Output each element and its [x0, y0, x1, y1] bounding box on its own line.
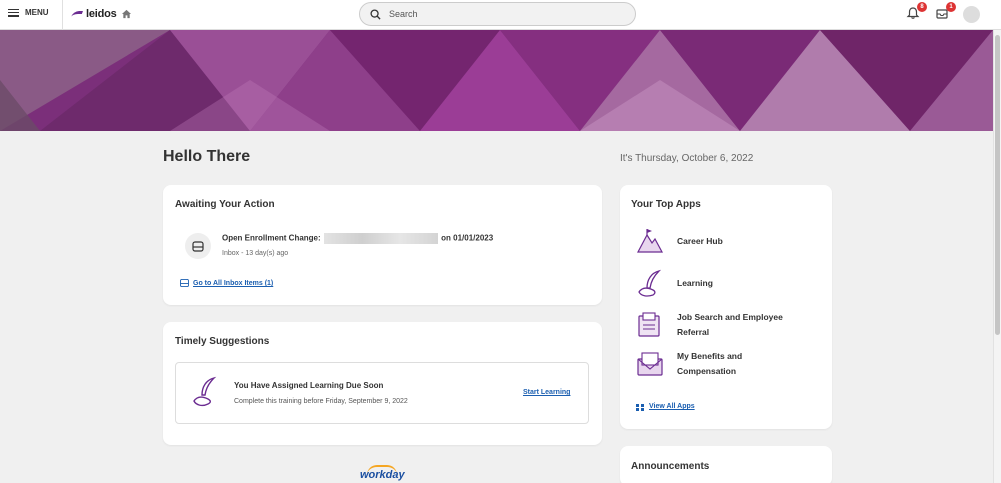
notifications-badge: 8 — [917, 2, 927, 12]
app-label-line2: Referral — [677, 327, 710, 337]
search-icon — [370, 8, 381, 20]
page-title: Hello There — [163, 148, 251, 165]
notifications-button[interactable]: 8 — [906, 2, 927, 24]
suggestion-title: You Have Assigned Learning Due Soon — [234, 381, 384, 390]
home-icon[interactable] — [121, 9, 132, 19]
suggestions-title: Timely Suggestions — [175, 336, 270, 347]
awaiting-action-card: Awaiting Your Action Open Enrollment Cha… — [163, 185, 602, 305]
inbox-item-subtitle: Inbox - 13 day(s) ago — [222, 250, 289, 257]
app-label-line1: Job Search and Employee — [677, 312, 783, 322]
announcements-card: Announcements — [620, 446, 832, 483]
announcements-title: Announcements — [631, 461, 710, 472]
banner-pattern — [0, 30, 993, 131]
avatar[interactable] — [963, 6, 980, 23]
app-label: Career Hub — [677, 235, 723, 246]
app-label: Learning — [677, 277, 713, 288]
app-label-line1: My Benefits and — [677, 351, 743, 361]
menu-button[interactable]: MENU — [8, 8, 49, 17]
inbox-item-title-prefix: Open Enrollment Change: — [222, 233, 321, 243]
inbox-button[interactable]: 1 — [935, 2, 956, 24]
redacted-text — [323, 233, 438, 244]
search-bar[interactable] — [359, 2, 636, 26]
inbox-item-icon-wrap — [185, 233, 211, 259]
inbox-tray-icon — [192, 240, 204, 252]
logo-swoosh-icon — [70, 11, 84, 17]
start-learning-link[interactable]: Start Learning — [523, 389, 570, 396]
inbox-item-title-suffix: on 01/01/2023 — [441, 233, 494, 243]
scrollbar-thumb[interactable] — [995, 35, 1000, 335]
leidos-logo[interactable]: leidos — [70, 8, 132, 20]
awaiting-title: Awaiting Your Action — [175, 199, 275, 210]
learning-quill-icon — [193, 376, 217, 407]
inbox-item-title[interactable]: Open Enrollment Change: on 01/01/2023 — [222, 233, 493, 244]
top-apps-title: Your Top Apps — [631, 199, 701, 210]
suggestion-subtitle: Complete this training before Friday, Se… — [234, 398, 408, 405]
divider — [62, 0, 63, 30]
workday-logo: workday — [360, 469, 405, 481]
job-board-icon — [638, 312, 660, 337]
logo-text: leidos — [86, 8, 117, 20]
inbox-badge: 1 — [946, 2, 956, 12]
top-bar: MENU leidos 8 1 — [0, 0, 1001, 30]
app-label-line2: Compensation — [677, 366, 737, 376]
date-text: It's Thursday, October 6, 2022 — [620, 153, 754, 164]
hero-banner — [0, 30, 993, 131]
all-inbox-items-link[interactable]: Go to All Inbox Items (1) — [193, 280, 273, 287]
app-learning[interactable]: Learning — [636, 269, 713, 297]
app-label: My Benefits and Compensation — [677, 349, 742, 379]
scrollbar[interactable] — [993, 30, 1001, 483]
search-input[interactable] — [389, 9, 619, 19]
benefits-envelope-icon — [637, 352, 663, 376]
app-job-search[interactable]: Job Search and Employee Referral — [636, 310, 783, 340]
timely-suggestions-card: Timely Suggestions You Have Assigned Lea… — [163, 322, 602, 445]
app-label: Job Search and Employee Referral — [677, 310, 783, 340]
suggestion-item: You Have Assigned Learning Due Soon Comp… — [175, 362, 589, 424]
app-career-hub[interactable]: Career Hub — [636, 227, 723, 255]
view-all-apps-link[interactable]: View All Apps — [649, 403, 695, 410]
menu-label: MENU — [25, 8, 49, 17]
app-benefits[interactable]: My Benefits and Compensation — [636, 349, 742, 379]
hamburger-icon — [8, 8, 19, 17]
inbox-link-icon — [180, 279, 189, 287]
top-apps-card: Your Top Apps Career Hub Learning Job Se… — [620, 185, 832, 429]
grid-icon — [636, 404, 644, 411]
learning-quill-icon — [638, 269, 662, 297]
mountain-flag-icon — [637, 229, 664, 253]
